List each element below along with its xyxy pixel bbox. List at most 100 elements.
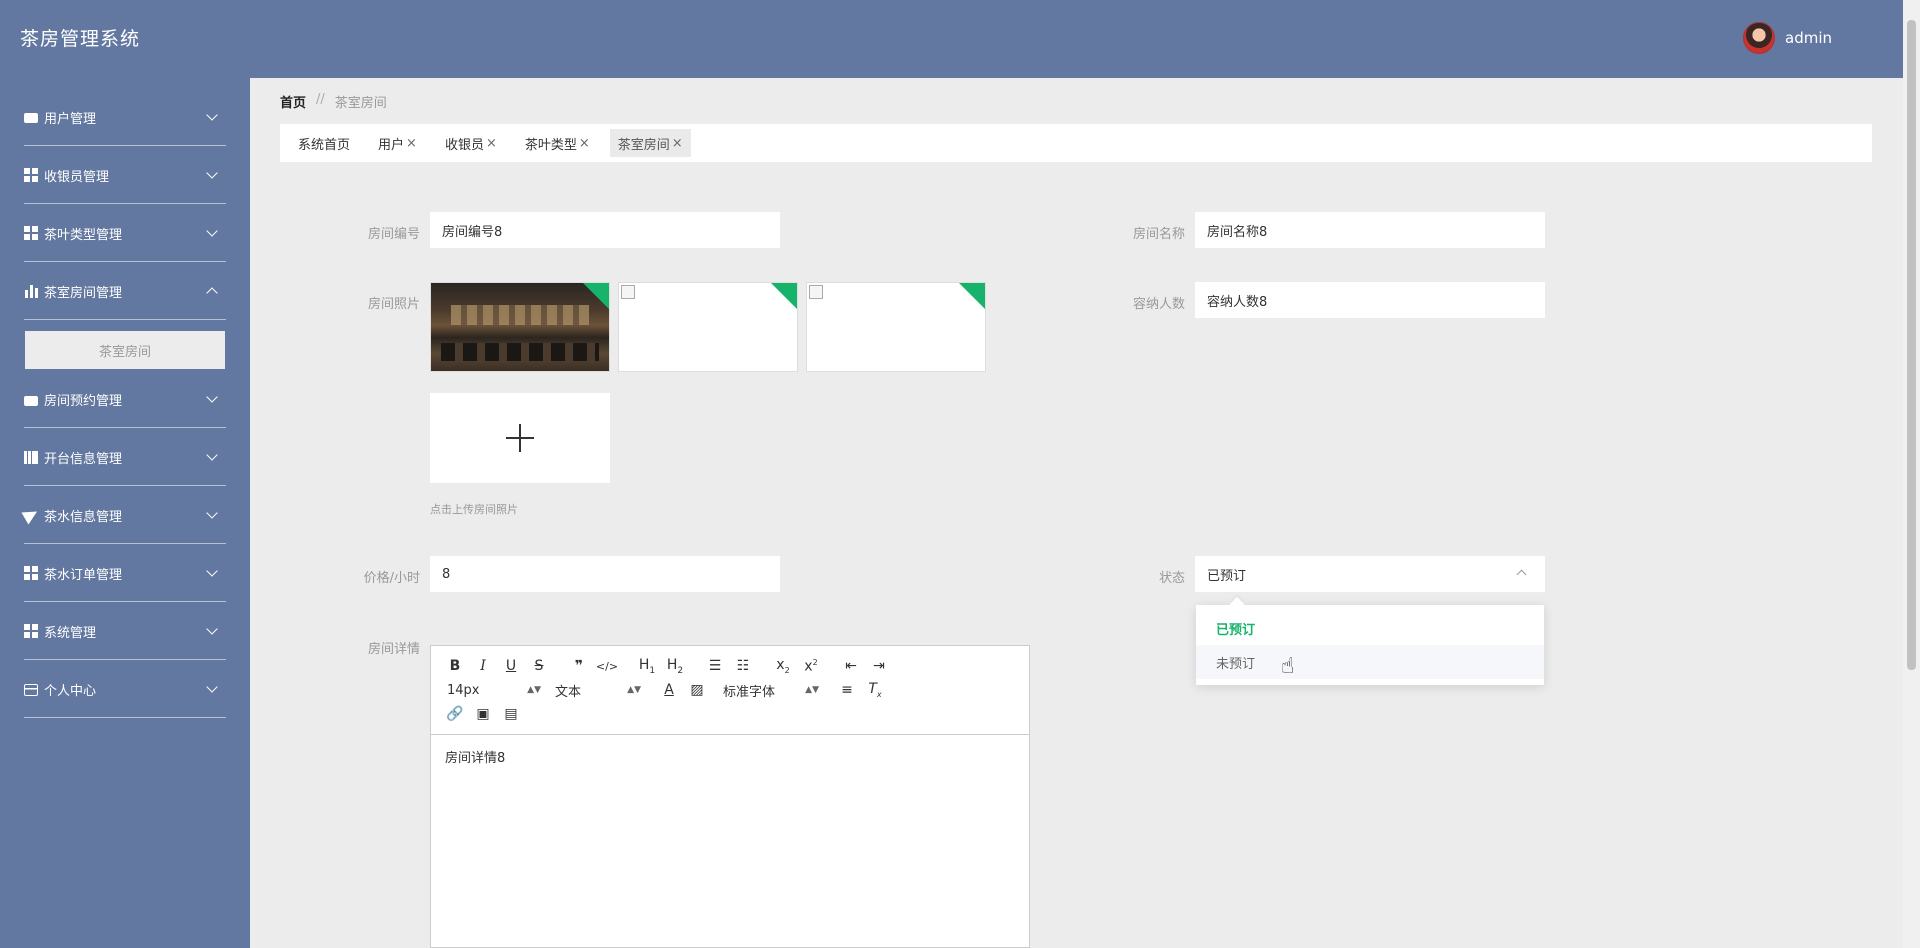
breadcrumb: 首页 // 茶室房间 (280, 92, 387, 111)
tab-label: 茶室房间 (617, 137, 670, 153)
upload-success-badge (959, 283, 985, 309)
top-header: 茶房管理系统 admin (0, 0, 1920, 78)
sidebar-item-label: 房间预约管理 (44, 393, 123, 409)
grid-icon (24, 226, 38, 240)
chevron-down-icon (206, 225, 218, 237)
sidebar-item-tea-order-management[interactable]: 茶水订单管理 (12, 544, 238, 602)
sidebar-item-user-management[interactable]: 用户管理 (12, 88, 238, 146)
room-photo-thumbnail[interactable] (806, 282, 986, 372)
text-format-select[interactable]: 文本 ▲▼ (555, 681, 641, 700)
status-label: 状态 (1158, 571, 1185, 586)
close-icon[interactable]: × (406, 136, 417, 151)
sidebar-item-personal-center[interactable]: 个人中心 (12, 660, 238, 718)
editor-content[interactable]: 房间详情8 (431, 735, 1029, 778)
italic-icon[interactable]: I (469, 658, 497, 674)
align-icon[interactable]: ≡ (833, 682, 861, 698)
chevron-up-icon (206, 287, 218, 299)
breadcrumb-current: 茶室房间 (334, 96, 387, 111)
clear-format-icon[interactable]: Tx (861, 681, 889, 699)
tab-tea-room[interactable]: 茶室房间 × (609, 129, 691, 157)
status-dropdown: 已预订 未预订 (1196, 605, 1544, 685)
ordered-list-icon[interactable]: ☰ (701, 658, 729, 674)
sidebar-item-tea-type-management[interactable]: 茶叶类型管理 (12, 204, 238, 262)
room-name-label: 房间名称 (1132, 227, 1185, 242)
upload-success-badge (771, 283, 797, 309)
video-icon[interactable]: ▤ (497, 706, 525, 722)
superscript-icon[interactable]: x2 (797, 658, 825, 675)
paper-plane-icon (21, 505, 41, 525)
font-family-select[interactable]: 标准字体 ▲▼ (723, 681, 819, 700)
heading-2-icon[interactable]: H2 (661, 657, 689, 676)
editor-toolbar: B I U S ❞ </> H1 H2 ☰ ☷ x2 x2 ⇤ ⇥ 14px ▲▼… (431, 646, 1029, 735)
room-photo-thumbnail[interactable] (430, 282, 610, 372)
link-icon[interactable]: 🔗 (441, 706, 469, 722)
price-label: 价格/小时 (363, 571, 420, 586)
capacity-input[interactable]: 容纳人数8 (1195, 282, 1545, 318)
upload-hint: 点击上传房间照片 (430, 503, 518, 516)
bar-chart-icon (24, 284, 38, 298)
sidebar-item-label: 茶水订单管理 (44, 567, 123, 583)
outdent-icon[interactable]: ⇤ (837, 658, 865, 674)
scrollbar-thumb[interactable] (1907, 20, 1916, 670)
tab-cashier[interactable]: 收银员 × (437, 129, 505, 157)
sidebar-item-label: 茶叶类型管理 (44, 227, 123, 243)
username[interactable]: admin (1785, 29, 1832, 47)
status-option-booked[interactable]: 已预订 (1196, 611, 1544, 645)
sidebar-item-room-booking-management[interactable]: 房间预约管理 (12, 370, 238, 428)
broken-image-icon (621, 285, 635, 299)
subscript-icon[interactable]: x2 (769, 657, 797, 675)
code-block-icon[interactable]: </> (593, 660, 621, 673)
status-option-unbooked[interactable]: 未预订 (1196, 645, 1544, 679)
tab-tea-type[interactable]: 茶叶类型 × (517, 129, 598, 157)
sidebar-item-system-management[interactable]: 系统管理 (12, 602, 238, 660)
tab-home[interactable]: 系统首页 (290, 129, 358, 157)
plus-icon (506, 424, 534, 452)
sidebar-item-cashier-management[interactable]: 收银员管理 (12, 146, 238, 204)
status-select[interactable]: 已预订 (1195, 556, 1545, 592)
sidebar-item-label: 茶室房间管理 (44, 285, 123, 301)
books-icon (24, 450, 38, 464)
price-input[interactable]: 8 (430, 556, 780, 592)
close-icon[interactable]: × (672, 136, 683, 151)
room-no-input[interactable]: 房间编号8 (430, 212, 780, 248)
sidebar-item-label: 收银员管理 (44, 169, 110, 185)
user-menu[interactable]: admin (1743, 22, 1832, 54)
grid-icon (24, 566, 38, 580)
avatar[interactable] (1743, 22, 1775, 54)
indent-icon[interactable]: ⇥ (865, 658, 893, 674)
close-icon[interactable]: × (486, 136, 497, 151)
close-icon[interactable]: × (579, 136, 590, 151)
room-name-input[interactable]: 房间名称8 (1195, 212, 1545, 248)
background-color-icon[interactable]: ▨ (683, 682, 711, 698)
tab-label: 系统首页 (298, 137, 351, 153)
bold-icon[interactable]: B (441, 658, 469, 674)
image-icon[interactable]: ▣ (469, 706, 497, 722)
font-size-select[interactable]: 14px ▲▼ (441, 683, 541, 698)
chevron-down-icon (206, 167, 218, 179)
rich-text-editor: B I U S ❞ </> H1 H2 ☰ ☷ x2 x2 ⇤ ⇥ 14px ▲▼… (430, 645, 1030, 948)
font-color-icon[interactable]: A (655, 682, 683, 698)
capacity-label: 容纳人数 (1132, 297, 1185, 312)
page-scrollbar[interactable] (1903, 0, 1920, 948)
heading-1-icon[interactable]: H1 (633, 657, 661, 676)
detail-label: 房间详情 (367, 642, 420, 657)
underline-icon[interactable]: U (497, 658, 525, 674)
bullet-list-icon[interactable]: ☷ (729, 658, 757, 674)
sidebar-item-tea-room-management[interactable]: 茶室房间管理 (12, 262, 238, 320)
chat-icon (24, 113, 38, 123)
sidebar-item-tea-info-management[interactable]: 茶水信息管理 (12, 486, 238, 544)
sidebar-item-table-info-management[interactable]: 开台信息管理 (12, 428, 238, 486)
sidebar-item-label: 系统管理 (44, 625, 97, 641)
photo-upload-button[interactable] (430, 393, 610, 483)
chevron-down-icon (206, 565, 218, 577)
sidebar-subitem-tea-room[interactable]: 茶室房间 (25, 331, 225, 369)
blockquote-icon[interactable]: ❞ (565, 658, 593, 674)
room-photo-label: 房间照片 (367, 297, 420, 312)
strikethrough-icon[interactable]: S (525, 658, 553, 674)
breadcrumb-home[interactable]: 首页 (280, 92, 306, 111)
app-title: 茶房管理系统 (20, 28, 141, 50)
sidebar-item-label: 用户管理 (44, 111, 97, 127)
upload-success-badge (583, 283, 609, 309)
room-photo-thumbnail[interactable] (618, 282, 798, 372)
tab-user[interactable]: 用户 × (370, 129, 425, 157)
